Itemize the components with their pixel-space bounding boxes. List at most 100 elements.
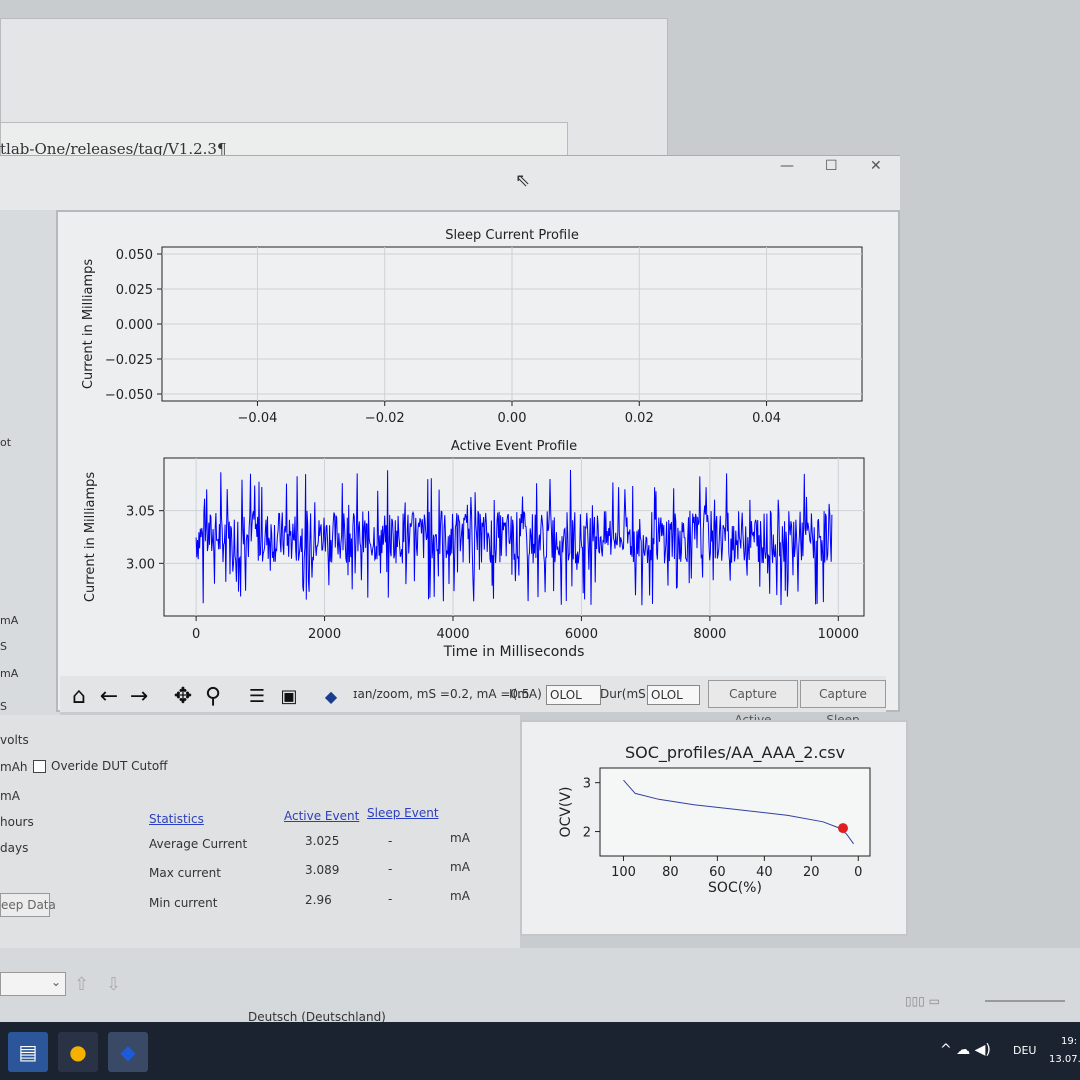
override-checkbox[interactable] xyxy=(33,760,46,773)
left-label-volts: volts xyxy=(0,733,29,747)
y-tick-label: −0.025 xyxy=(105,353,153,368)
window-controls: — ☐ ✕ xyxy=(770,158,900,180)
plot-app-icon[interactable]: ◆ xyxy=(108,1032,148,1072)
current-input[interactable]: OLOL xyxy=(546,685,601,705)
word-app-icon[interactable]: ▤ xyxy=(8,1032,48,1072)
plot-window-titlebar[interactable] xyxy=(0,155,900,216)
x-tick-label: 2000 xyxy=(308,627,341,642)
bottom-dropdown[interactable]: ⌄ xyxy=(0,972,66,996)
y-tick-label: 3.00 xyxy=(126,557,155,572)
tray-icons[interactable]: ^ ☁ ◀) xyxy=(940,1042,991,1058)
app-logo-icon[interactable]: ◆ xyxy=(318,684,344,710)
left-label-s: S xyxy=(0,700,7,713)
left-label-mah: mAh xyxy=(0,760,28,774)
soc-chart-title: SOC_profiles/AA_AAA_2.csv xyxy=(625,743,845,763)
soc-y-tick-label: 2 xyxy=(583,826,591,841)
stat-unit-min: mA xyxy=(450,889,470,903)
plot-toolbar: ⌂ ← → ✥ ⚲ ☰ ▣ ◆ ɪan/zoom, mS =0.2, mA =0… xyxy=(60,676,886,727)
x-tick-label: 10000 xyxy=(818,627,859,642)
x-tick-label: 0.04 xyxy=(752,411,781,426)
left-label-ma: mA xyxy=(0,667,19,680)
clock-time[interactable]: 19: xyxy=(1061,1036,1077,1047)
soc-current-marker xyxy=(838,823,848,834)
left-label-ma: mA xyxy=(0,614,19,627)
x-tick-label: 0 xyxy=(192,627,200,642)
stat-label-average: Average Current xyxy=(149,837,248,851)
soc-profile-panel: SOC_profiles/AA_AAA_2.csv OCV(V) SOC(%) 100… xyxy=(520,720,908,936)
active-event-header[interactable]: Active Event xyxy=(284,809,359,823)
mouse-cursor-icon: ⇖ xyxy=(515,170,531,191)
x-axis-label: Time in Milliseconds xyxy=(443,644,585,660)
chart-title: Sleep Current Profile xyxy=(445,228,579,243)
soc-x-tick-label: 60 xyxy=(709,865,726,880)
statistics-header[interactable]: Statistics xyxy=(149,812,204,826)
up-arrow-icon[interactable]: ⇧ xyxy=(74,974,89,995)
soc-x-tick-label: 40 xyxy=(756,865,773,880)
zoom-slider[interactable] xyxy=(985,1000,1065,1002)
capture-sleep-button[interactable]: Capture Sleep xyxy=(800,680,886,727)
configure-icon[interactable]: ☰ xyxy=(244,684,270,710)
stat-sleep-max: - xyxy=(388,862,393,876)
x-tick-label: 6000 xyxy=(565,627,598,642)
y-axis-label: Current in Milliamps xyxy=(81,259,96,389)
chart-title: Active Event Profile xyxy=(451,439,577,454)
close-button[interactable]: ✕ xyxy=(870,158,882,174)
soc-x-tick-label: 20 xyxy=(803,865,820,880)
clock-date[interactable]: 13.07. xyxy=(1049,1054,1080,1065)
status-bar: ⌄ ⇧ ⇩ Deutsch (Deutschland) ▯▯▯ ▭ xyxy=(0,948,1080,1030)
zoom-icon[interactable]: ⚲ xyxy=(200,684,226,710)
y-tick-label: 0.025 xyxy=(116,283,153,298)
current-field-label: I(mA) xyxy=(509,687,542,701)
override-checkbox-label: Overide DUT Cutoff xyxy=(51,759,168,773)
x-tick-label: 0.00 xyxy=(498,411,527,426)
days-label: days xyxy=(0,841,29,855)
save-icon[interactable]: ▣ xyxy=(276,684,302,710)
pan-icon[interactable]: ✥ xyxy=(170,684,196,710)
x-tick-label: −0.04 xyxy=(238,411,278,426)
duration-input[interactable]: OLOL xyxy=(647,685,700,705)
toolbar-status-text: ɪan/zoom, mS =0.2, mA =0.5 xyxy=(353,687,530,701)
stat-sleep-min: - xyxy=(388,892,393,906)
left-label-ot: ot xyxy=(0,436,12,449)
soc-x-axis-label: SOC(%) xyxy=(708,880,762,896)
x-tick-label: 0.02 xyxy=(625,411,654,426)
sleep-data-button[interactable]: eep Data xyxy=(0,893,56,917)
x-tick-label: 8000 xyxy=(693,627,726,642)
chevron-down-icon: ⌄ xyxy=(50,975,61,989)
y-tick-label: 0.050 xyxy=(116,248,153,263)
left-label-s: S xyxy=(0,640,7,653)
soc-y-tick-label: 3 xyxy=(583,777,591,792)
statistics-area: volts mAh Overide DUT Cutoff mA hours da… xyxy=(0,715,520,955)
left-label-ma: mA xyxy=(0,789,20,803)
stat-active-average: 3.025 xyxy=(305,834,340,848)
stat-unit-average: mA xyxy=(450,831,470,845)
soc-x-tick-label: 80 xyxy=(662,865,679,880)
stat-label-max: Max current xyxy=(149,866,221,880)
view-mode-icons[interactable]: ▯▯▯ ▭ xyxy=(905,994,940,1008)
x-tick-label: 4000 xyxy=(436,627,469,642)
stat-active-max: 3.089 xyxy=(305,863,340,877)
back-arrow-icon[interactable]: ← xyxy=(96,684,122,710)
plot-window: Sleep Current Profile Current in Milliamp… xyxy=(56,210,900,712)
maximize-button[interactable]: ☐ xyxy=(825,158,838,174)
home-icon[interactable]: ⌂ xyxy=(66,684,92,710)
y-tick-label: −0.050 xyxy=(105,388,153,403)
y-tick-label: 0.000 xyxy=(116,318,153,333)
soc-chart: SOC_profiles/AA_AAA_2.csv OCV(V) SOC(%) 100… xyxy=(558,743,871,896)
duration-field-label: Dur(mS) xyxy=(600,687,651,701)
keyboard-language[interactable]: DEU xyxy=(1013,1044,1036,1057)
plot-canvas: Sleep Current Profile Current in Milliamp… xyxy=(81,228,865,660)
browser-app-icon[interactable]: ● xyxy=(58,1032,98,1072)
soc-y-axis-label: OCV(V) xyxy=(558,787,574,838)
forward-arrow-icon[interactable]: → xyxy=(126,684,152,710)
sleep-event-header[interactable]: Sleep Event xyxy=(367,806,439,820)
minimize-button[interactable]: — xyxy=(780,158,794,174)
soc-x-tick-label: 100 xyxy=(611,865,636,880)
y-axis-label: Current in Milliamps xyxy=(83,472,98,602)
hours-label: hours xyxy=(0,815,34,829)
stat-sleep-average: - xyxy=(388,834,393,848)
stat-label-min: Min current xyxy=(149,896,218,910)
stat-active-min: 2.96 xyxy=(305,893,332,907)
capture-active-button[interactable]: Capture Active xyxy=(708,680,798,727)
down-arrow-icon[interactable]: ⇩ xyxy=(106,974,121,995)
